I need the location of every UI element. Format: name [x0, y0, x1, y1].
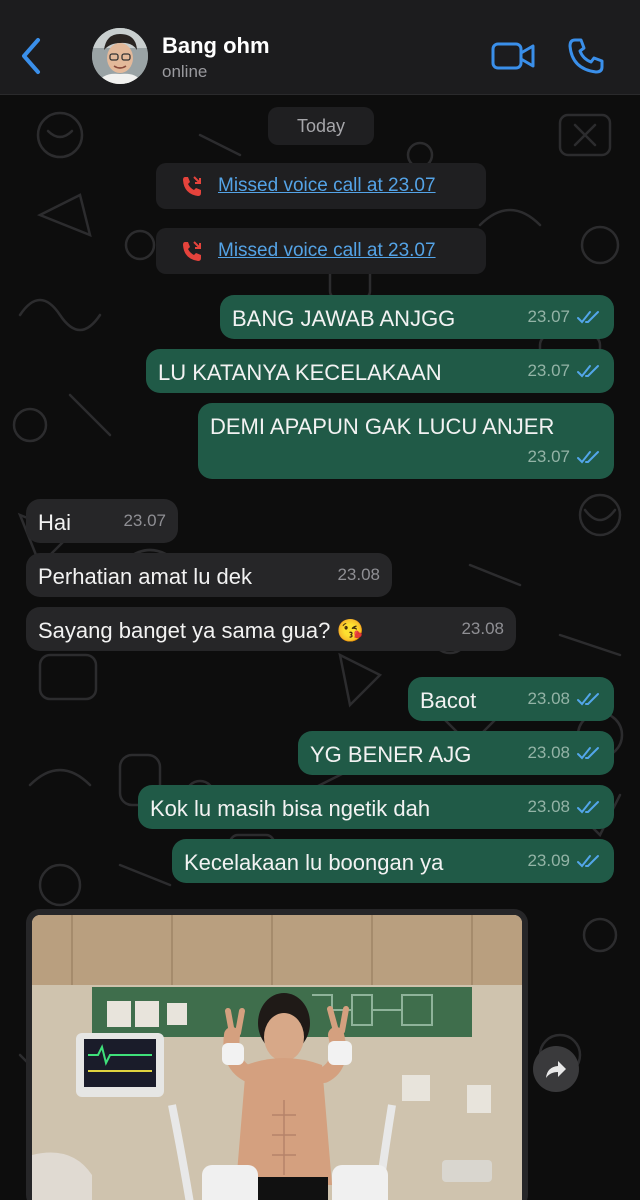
read-receipt-icon: [577, 855, 599, 868]
missed-call-icon: [183, 241, 201, 261]
read-receipt-icon: [577, 451, 599, 464]
message-text: DEMI APAPUN GAK LUCU ANJER: [210, 414, 555, 439]
message-time: 23.08: [337, 565, 380, 584]
message-time: 23.07: [527, 361, 570, 380]
read-receipt-icon: [577, 747, 599, 760]
message-meta: 23.08: [337, 561, 380, 589]
message-bubble-outgoing[interactable]: BANG JAWAB ANJGG 23.07: [220, 295, 614, 339]
chat-area[interactable]: Today Missed voice call at 23.07 Missed …: [0, 95, 640, 1200]
missed-call-icon: [183, 176, 201, 196]
contact-status: online: [162, 62, 208, 81]
message-meta: 23.08: [461, 615, 504, 643]
message-time: 23.09: [527, 851, 570, 870]
hospital-photo: [32, 915, 522, 1200]
message-time: 23.07: [527, 307, 570, 326]
chat-header: Bang ohm online: [0, 0, 640, 95]
message-time: 23.08: [527, 743, 570, 762]
message-bubble-outgoing[interactable]: Kecelakaan lu boongan ya 23.09: [172, 839, 614, 883]
missed-call-notice[interactable]: Missed voice call at 23.07: [156, 163, 486, 209]
read-receipt-icon: [577, 801, 599, 814]
message-time: 23.08: [461, 619, 504, 638]
message-meta: 23.07: [527, 357, 602, 385]
message-meta: 23.07: [527, 303, 602, 331]
date-separator: Today: [268, 107, 374, 145]
message-meta: 23.08: [527, 685, 602, 713]
message-bubble-outgoing[interactable]: Kok lu masih bisa ngetik dah 23.08: [138, 785, 614, 829]
message-time: 23.08: [527, 797, 570, 816]
back-button[interactable]: [14, 34, 48, 78]
message-bubble-outgoing[interactable]: DEMI APAPUN GAK LUCU ANJER 23.07: [198, 403, 614, 479]
message-meta: 23.08: [527, 739, 602, 767]
message-bubble-outgoing[interactable]: LU KATANYA KECELAKAAN 23.07: [146, 349, 614, 393]
chevron-left-icon: [22, 38, 40, 74]
read-receipt-icon: [577, 365, 599, 378]
forward-button[interactable]: [533, 1046, 579, 1092]
avatar-image: [92, 28, 148, 84]
phone-icon: [568, 38, 604, 74]
missed-call-link[interactable]: Missed voice call at 23.07: [218, 240, 436, 262]
message-bubble-incoming[interactable]: Perhatian amat lu dek 23.08: [26, 553, 392, 597]
message-bubble-outgoing[interactable]: YG BENER AJG 23.08: [298, 731, 614, 775]
contact-name[interactable]: Bang ohm: [162, 33, 270, 59]
message-meta: 23.09: [527, 847, 602, 875]
message-time: 23.07: [527, 447, 570, 466]
message-time: 23.07: [123, 511, 166, 530]
message-text: Sayang banget ya sama gua? 😘: [38, 618, 364, 643]
video-call-button[interactable]: [490, 38, 536, 74]
photo-message[interactable]: [26, 909, 528, 1200]
message-bubble-outgoing[interactable]: Bacot 23.08: [408, 677, 614, 721]
message-time: 23.08: [527, 689, 570, 708]
missed-call-notice[interactable]: Missed voice call at 23.07: [156, 228, 486, 274]
photo-image[interactable]: [32, 915, 522, 1200]
missed-call-link[interactable]: Missed voice call at 23.07: [218, 175, 436, 197]
avatar[interactable]: [92, 28, 148, 84]
read-receipt-icon: [577, 311, 599, 324]
forward-arrow-icon: [546, 1061, 566, 1078]
read-receipt-icon: [577, 693, 599, 706]
message-bubble-incoming[interactable]: Hai 23.07: [26, 499, 178, 543]
message-meta: 23.08: [527, 793, 602, 821]
message-meta: 23.07: [123, 507, 166, 535]
message-meta: 23.07: [527, 443, 602, 471]
message-text: Perhatian amat lu dek: [38, 564, 253, 589]
voice-call-button[interactable]: [566, 36, 606, 76]
message-bubble-incoming[interactable]: Sayang banget ya sama gua? 😘 23.08: [26, 607, 516, 651]
video-camera-icon: [491, 42, 535, 70]
